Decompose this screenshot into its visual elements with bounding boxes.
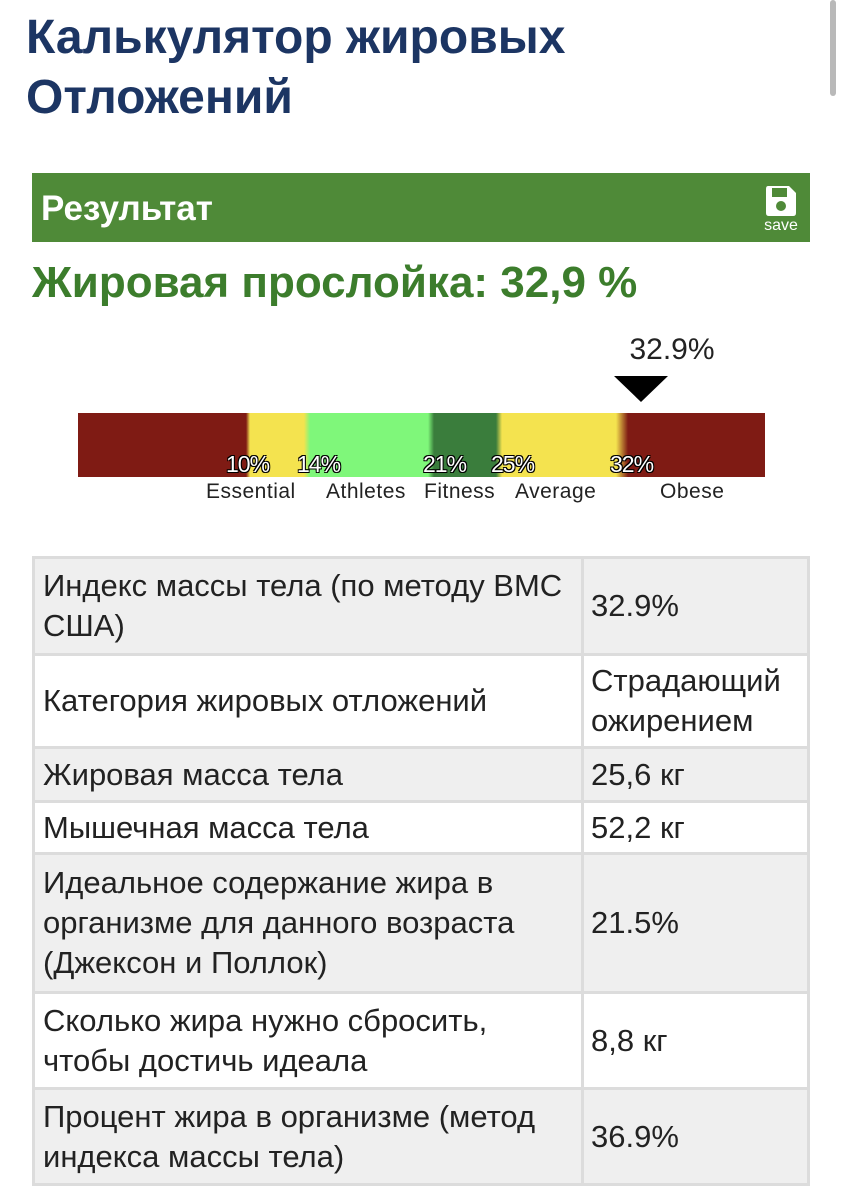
scale-category-fitness: Fitness (424, 480, 496, 503)
row-value: 32.9% (581, 556, 810, 656)
row-label: Индекс массы тела (по методу ВМС США) (32, 556, 584, 656)
scale-tick-32: 32% (610, 451, 654, 477)
table-row: Индекс массы тела (по методу ВМС США) 32… (32, 556, 810, 656)
scale-bar (78, 413, 765, 477)
row-label: Мышечная масса тела (32, 800, 584, 855)
result-title: Результат (41, 189, 213, 228)
result-header: Результат save (32, 173, 810, 242)
row-label: Идеальное содержание жира в организме дл… (32, 852, 584, 994)
scale-category-essential: Essential (206, 480, 296, 503)
floppy-disk-icon (766, 186, 796, 216)
scrollbar[interactable] (830, 0, 836, 96)
scale-category-athletes: Athletes (326, 480, 406, 503)
scale-category-average: Average (515, 480, 597, 503)
row-label: Сколько жира нужно сбросить, чтобы дости… (32, 991, 584, 1090)
table-row: Идеальное содержание жира в организме дл… (32, 852, 810, 994)
scale-marker-value: 32.9% (629, 333, 715, 366)
row-value: 21.5% (581, 852, 810, 994)
table-row: Процент жира в организме (метод индекса … (32, 1087, 810, 1186)
scale-category-obese: Obese (660, 480, 725, 503)
row-label: Жировая масса тела (32, 746, 584, 803)
body-fat-headline: Жировая прослойка: 32,9 % (32, 258, 638, 307)
scale-tick-25: 25% (491, 451, 535, 477)
row-value: 25,6 кг (581, 746, 810, 803)
row-value: 8,8 кг (581, 991, 810, 1090)
scale-tick-14: 14% (297, 451, 341, 477)
results-table: Индекс массы тела (по методу ВМС США) 32… (32, 556, 810, 1186)
body-fat-scale: 32.9% 10% 14% 21% 25% 32% Essential Athl… (78, 330, 768, 510)
save-button[interactable]: save (758, 185, 804, 235)
scale-marker-arrow (614, 376, 668, 402)
page-title: Калькулятор жировых Отложений (26, 11, 566, 124)
table-row: Жировая масса тела 25,6 кг (32, 746, 810, 803)
row-value: 36.9% (581, 1087, 810, 1186)
save-label: save (764, 217, 798, 234)
table-row: Категория жировых отложений Страдающий о… (32, 653, 810, 749)
scale-tick-21: 21% (423, 451, 467, 477)
table-row: Сколько жира нужно сбросить, чтобы дости… (32, 991, 810, 1090)
row-label: Процент жира в организме (метод индекса … (32, 1087, 584, 1186)
table-row: Мышечная масса тела 52,2 кг (32, 800, 810, 855)
scale-tick-10: 10% (226, 451, 270, 477)
row-label: Категория жировых отложений (32, 653, 584, 749)
row-value: Страдающий ожирением (581, 653, 810, 749)
row-value: 52,2 кг (581, 800, 810, 855)
